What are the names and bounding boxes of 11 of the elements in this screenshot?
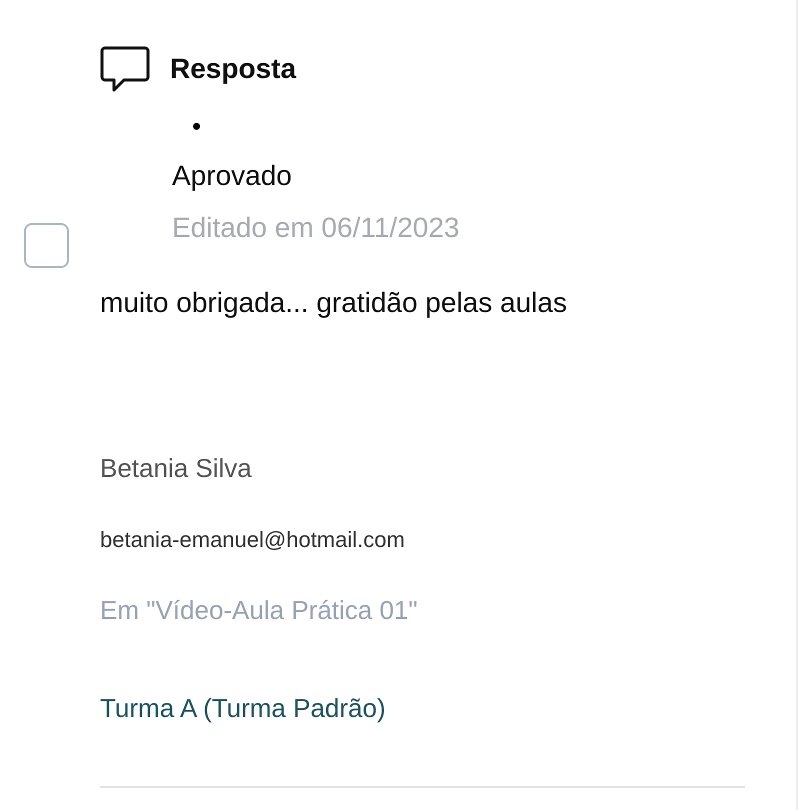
comment-type-label: Resposta	[170, 52, 296, 86]
comment-text: muito obrigada... gratidão pelas aulas	[100, 286, 568, 320]
status-text: Aprovado	[172, 159, 293, 193]
lesson-context: Em "Vídeo-Aula Prática 01"	[100, 594, 419, 627]
comment-icon	[100, 44, 150, 94]
edited-date: Editado em 06/11/2023	[172, 211, 460, 245]
author-email: betania-emanuel@hotmail.com	[100, 526, 406, 554]
author-name: Betania Silva	[100, 452, 253, 485]
checkbox[interactable]	[24, 223, 69, 268]
class-group: Turma A (Turma Padrão)	[100, 688, 750, 728]
bullet: •	[191, 110, 202, 143]
